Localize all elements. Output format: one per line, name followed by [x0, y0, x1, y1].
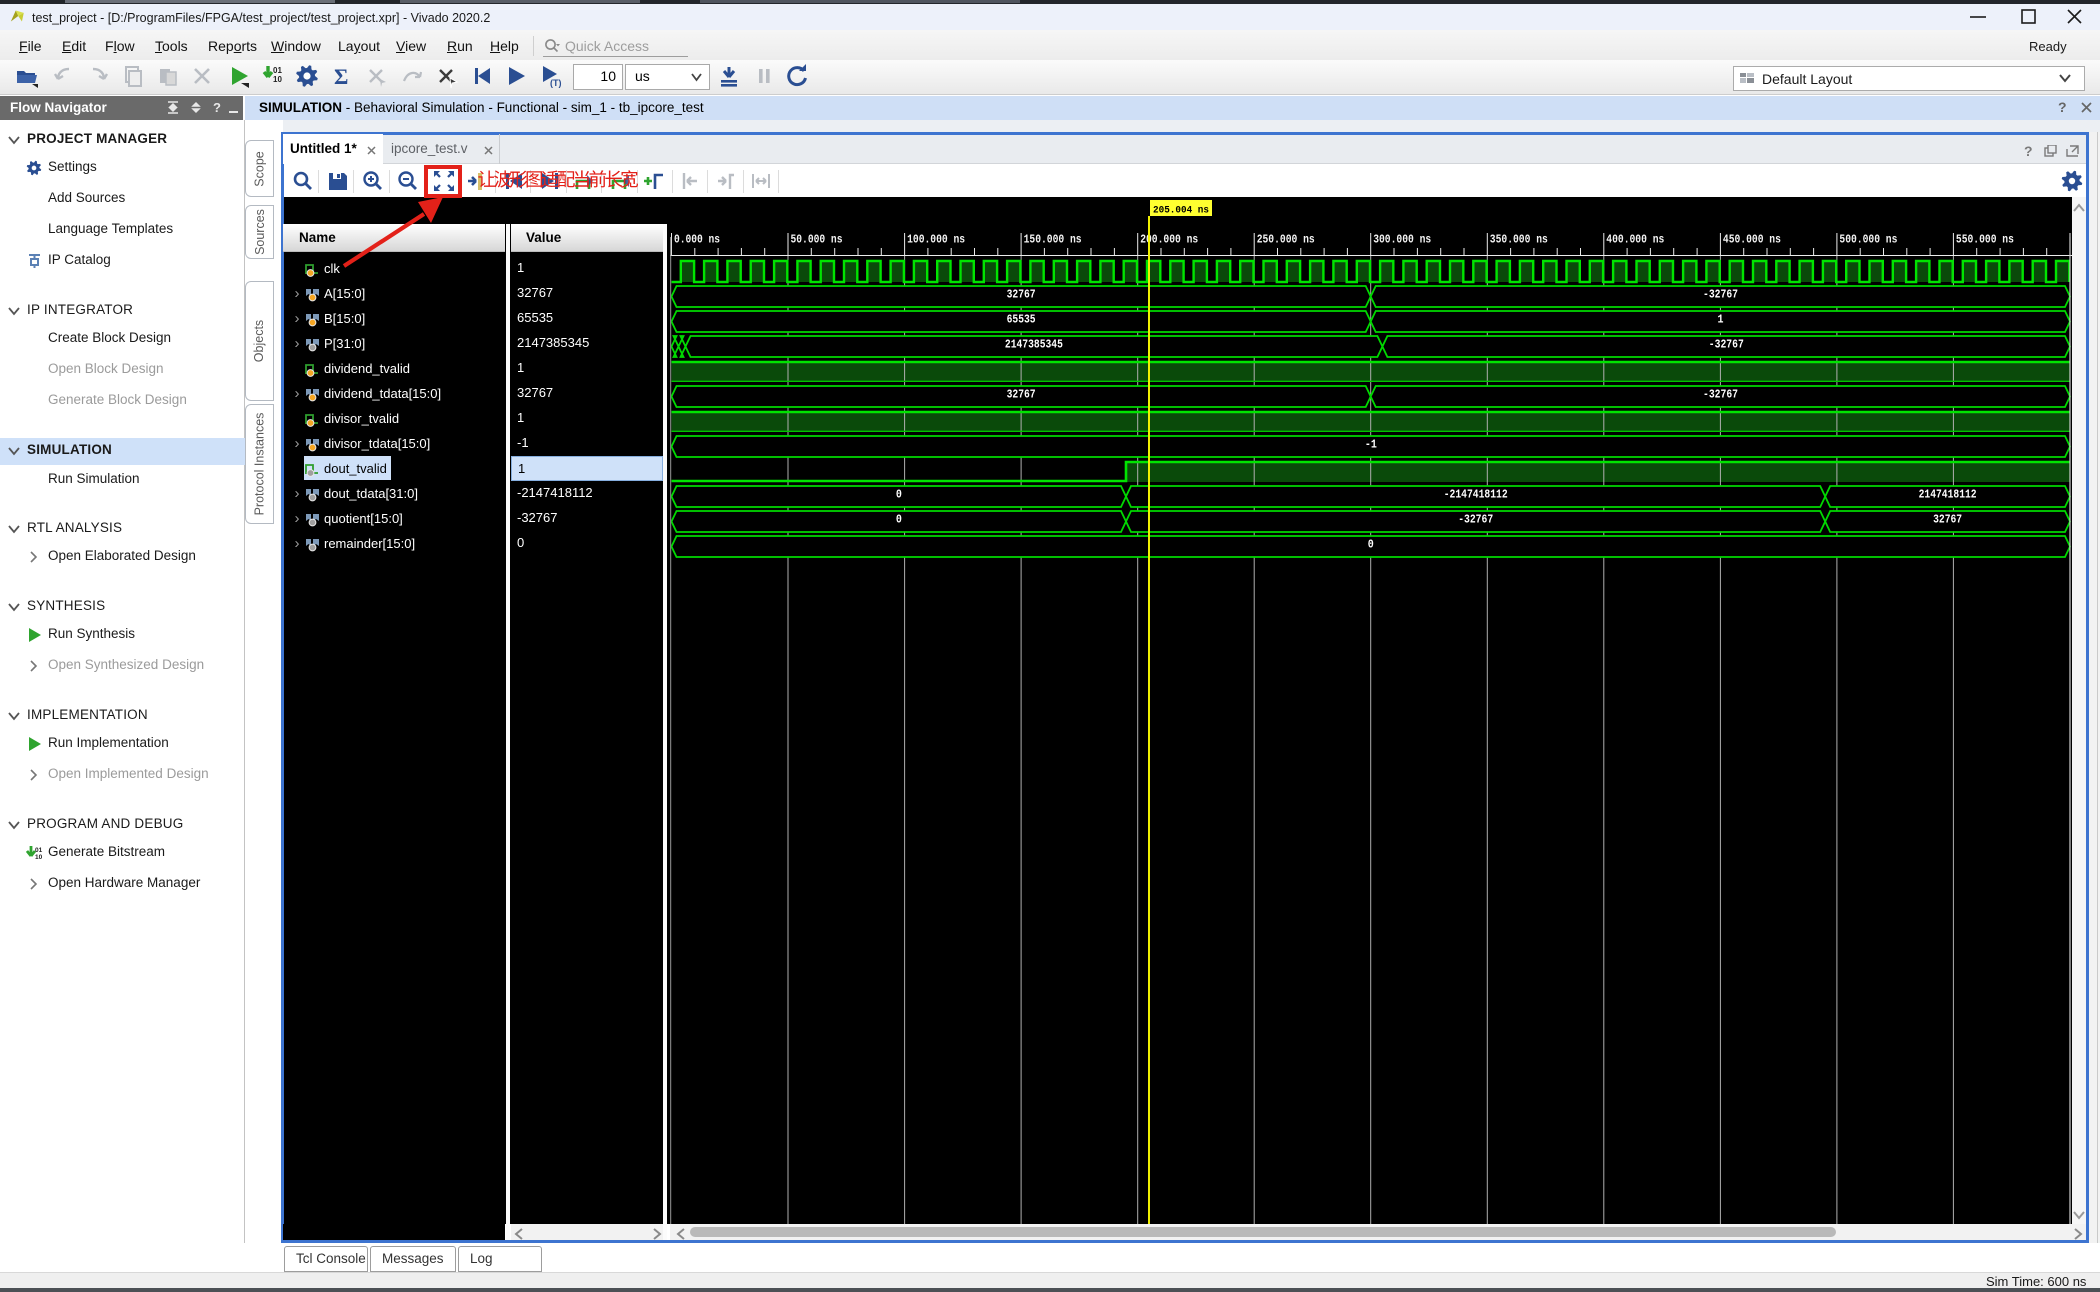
svg-text:0.000 ns: 0.000 ns: [674, 234, 720, 247]
svg-text:-2147418112: -2147418112: [1444, 489, 1508, 502]
svg-text:250.000 ns: 250.000 ns: [1257, 234, 1315, 247]
svg-text:01: 01: [35, 847, 43, 854]
svg-text:32767: 32767: [1933, 514, 1962, 527]
svg-text:205.004 ns: 205.004 ns: [1153, 206, 1209, 217]
svg-text:32767: 32767: [1007, 389, 1036, 402]
svg-text:550.000 ns: 550.000 ns: [1956, 234, 2014, 247]
svg-text:2147385345: 2147385345: [1005, 339, 1063, 352]
svg-text:300.000 ns: 300.000 ns: [1373, 234, 1431, 247]
svg-text:0: 0: [896, 514, 902, 527]
svg-text:500.000 ns: 500.000 ns: [1839, 234, 1897, 247]
svg-text:150.000 ns: 150.000 ns: [1024, 234, 1082, 247]
svg-text:65535: 65535: [1007, 314, 1036, 327]
svg-text:400.000 ns: 400.000 ns: [1606, 234, 1664, 247]
svg-text:0: 0: [896, 489, 902, 502]
svg-text:32767: 32767: [1007, 289, 1036, 302]
svg-text:350.000 ns: 350.000 ns: [1490, 234, 1548, 247]
svg-text:2147418112: 2147418112: [1919, 489, 1977, 502]
svg-text:50.000 ns: 50.000 ns: [791, 234, 843, 247]
svg-text:0: 0: [1368, 539, 1374, 552]
svg-text:-32767: -32767: [1703, 289, 1738, 302]
svg-text:10: 10: [35, 854, 43, 861]
svg-text:-32767: -32767: [1709, 339, 1744, 352]
svg-text:1: 1: [1718, 314, 1724, 327]
svg-text:-1: -1: [1365, 439, 1377, 452]
svg-text:100.000 ns: 100.000 ns: [907, 234, 965, 247]
svg-text:-32767: -32767: [1458, 514, 1493, 527]
svg-text:-32767: -32767: [1703, 389, 1738, 402]
svg-text:450.000 ns: 450.000 ns: [1723, 234, 1781, 247]
